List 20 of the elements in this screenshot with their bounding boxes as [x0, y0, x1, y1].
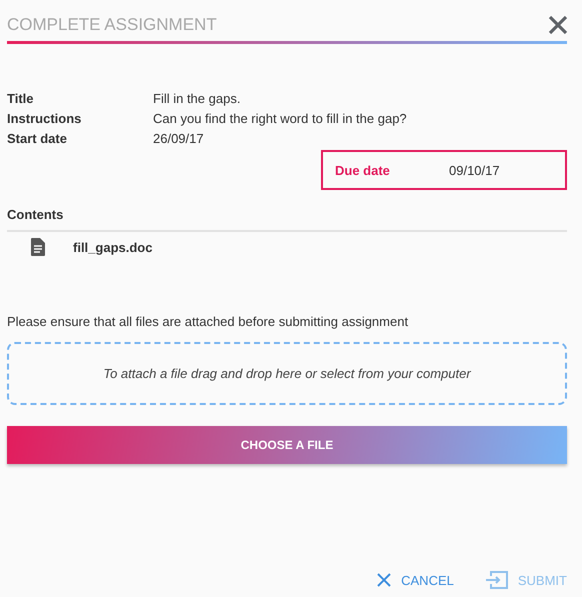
close-icon[interactable]: [548, 15, 568, 35]
field-value: Fill in the gaps.: [153, 90, 240, 106]
field-value: Can you find the right word to fill in the gap?: [153, 110, 407, 126]
choose-file-button[interactable]: CHOOSE A FILE: [7, 426, 567, 464]
due-date-value: 09/10/17: [449, 162, 500, 178]
close-icon: [377, 573, 392, 587]
field-value: 26/09/17: [153, 130, 204, 146]
document-icon: [31, 238, 45, 256]
field-label: Title: [7, 90, 34, 106]
contents-heading: Contents: [7, 207, 64, 222]
file-name[interactable]: fill_gaps.doc: [73, 240, 152, 254]
cancel-button[interactable]: CANCEL: [377, 571, 454, 589]
drop-zone-text: To attach a file drag and drop here or select from your computer: [103, 366, 471, 381]
due-date-label: Due date: [335, 162, 391, 178]
field-label: Start date: [7, 130, 68, 146]
login-arrow-icon: [486, 571, 508, 589]
field-label: Instructions: [7, 110, 82, 126]
notice-text: Please ensure that all files are attached before submitting assignment: [7, 314, 410, 329]
drop-zone[interactable]: To attach a file drag and drop here or select from your computer: [7, 342, 567, 405]
dialog-title: COMPLETE ASSIGNMENT: [7, 15, 217, 35]
